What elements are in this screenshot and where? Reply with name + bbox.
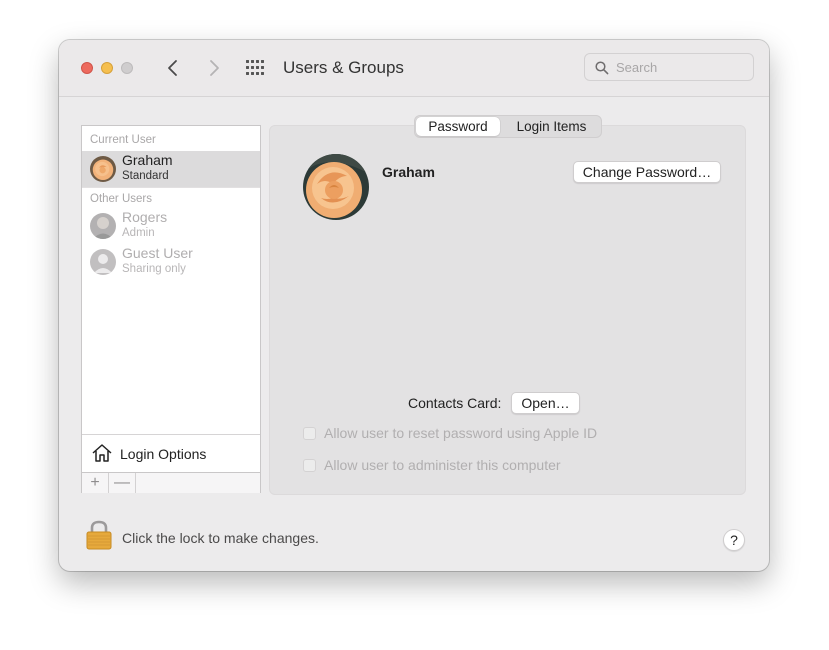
grid-icon	[246, 60, 264, 75]
user-row-graham[interactable]: Graham Standard	[82, 151, 260, 187]
user-role: Sharing only	[122, 263, 186, 275]
other-users-header: Other Users	[90, 193, 152, 205]
change-password-button[interactable]: Change Password…	[573, 161, 721, 183]
lock-message: Click the lock to make changes.	[122, 530, 319, 546]
generic-person-icon	[90, 249, 116, 275]
user-picture[interactable]	[303, 154, 369, 220]
users-groups-window: Users & Groups Current User Graham Stand…	[59, 40, 769, 571]
user-name: Guest User	[122, 245, 193, 261]
minimize-button[interactable]	[101, 62, 113, 74]
contacts-card-label: Contacts Card:	[408, 395, 502, 411]
lock-button[interactable]	[86, 520, 112, 555]
chevron-left-icon	[168, 60, 177, 76]
list-toolbar: + —	[82, 472, 260, 493]
login-options-label: Login Options	[120, 446, 207, 462]
person-avatar	[90, 213, 116, 239]
reset-password-label: Allow user to reset password using Apple…	[324, 425, 598, 441]
chevron-right-icon	[210, 60, 219, 76]
user-name: Rogers	[122, 209, 168, 225]
search-input[interactable]	[616, 59, 744, 75]
house-icon	[92, 444, 112, 462]
user-role: Standard	[122, 170, 169, 182]
lock-icon	[86, 520, 112, 550]
titlebar: Users & Groups	[59, 40, 769, 97]
rose-avatar	[90, 156, 116, 182]
current-user-header: Current User	[90, 134, 156, 146]
add-user-button[interactable]: +	[82, 473, 109, 493]
back-button[interactable]	[165, 58, 183, 78]
divider	[82, 187, 260, 188]
close-button[interactable]	[81, 62, 93, 74]
user-row-guest[interactable]: Guest User Sharing only	[82, 244, 260, 280]
window-title: Users & Groups	[283, 58, 404, 77]
help-button[interactable]: ?	[723, 529, 745, 551]
search-icon	[595, 61, 609, 75]
open-contacts-button[interactable]: Open…	[511, 392, 580, 414]
users-list: Current User Graham Standard Other Users	[81, 125, 261, 493]
user-role: Admin	[122, 227, 155, 239]
login-options-row[interactable]: Login Options	[82, 434, 260, 473]
user-row-rogers[interactable]: Rogers Admin	[82, 208, 260, 244]
forward-button[interactable]	[205, 58, 223, 78]
administer-checkbox[interactable]	[303, 459, 316, 472]
tab-bar: Password Login Items	[414, 115, 602, 138]
show-all-button[interactable]	[246, 60, 266, 76]
remove-user-button[interactable]: —	[109, 473, 136, 493]
search-field[interactable]	[584, 53, 754, 81]
tab-password[interactable]: Password	[416, 117, 500, 136]
reset-password-checkbox[interactable]	[303, 427, 316, 440]
tab-login-items[interactable]: Login Items	[503, 116, 600, 137]
administer-label: Allow user to administer this computer	[324, 457, 561, 473]
zoom-button	[121, 62, 133, 74]
user-name: Graham	[122, 152, 173, 168]
selected-user-name: Graham	[382, 164, 435, 180]
